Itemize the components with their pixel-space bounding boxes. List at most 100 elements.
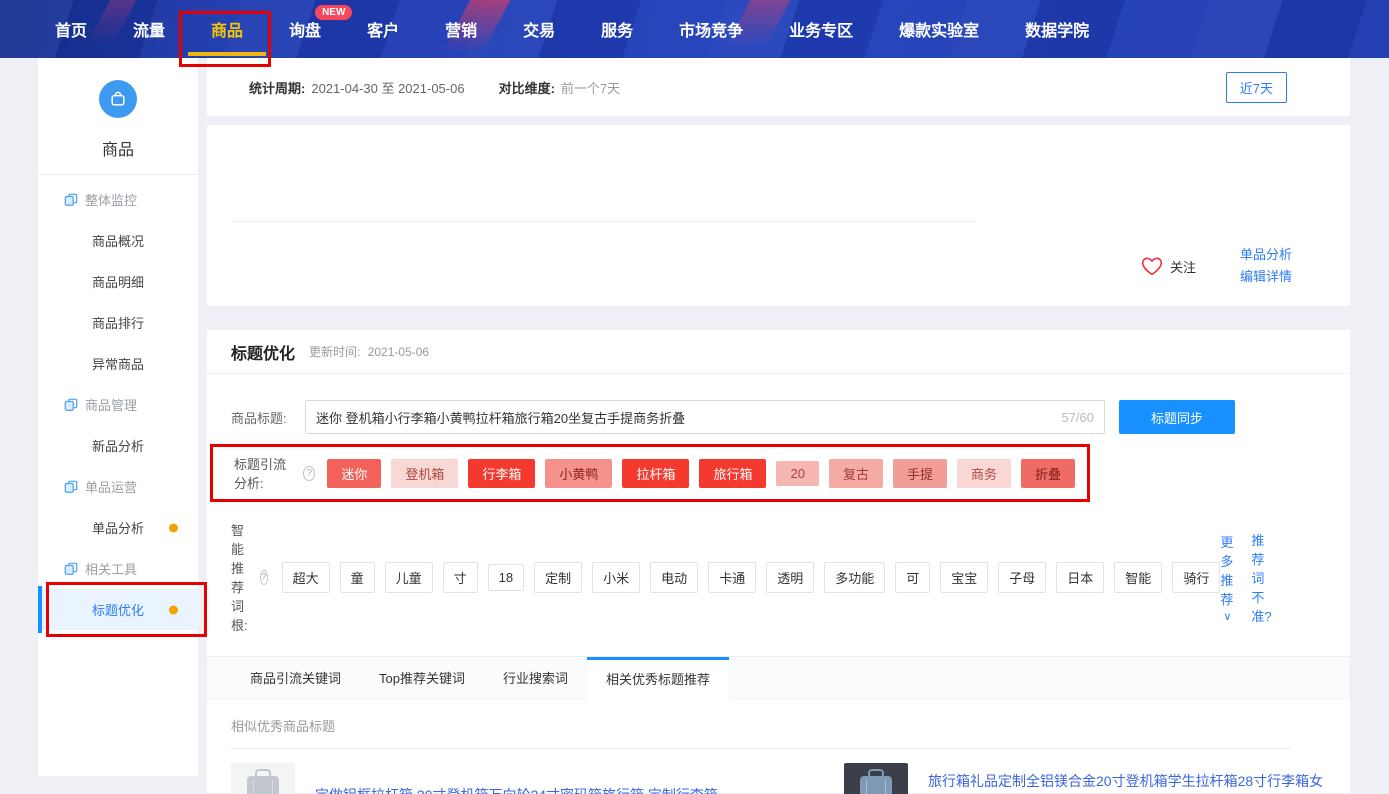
root-tag[interactable]: 卡通 bbox=[708, 562, 756, 593]
title-sync-button[interactable]: 标题同步 bbox=[1119, 400, 1235, 434]
sidebar-item[interactable]: 商品明细 bbox=[38, 261, 198, 302]
similar-titles-heading: 相似优秀商品标题 bbox=[231, 716, 1326, 735]
analysis-tag[interactable]: 旅行箱 bbox=[699, 459, 766, 488]
root-tag[interactable]: 日本 bbox=[1056, 562, 1104, 593]
sidebar-menu: 整体监控 商品概况 bbox=[38, 175, 198, 630]
sidebar-item[interactable]: 异常商品 bbox=[38, 343, 198, 384]
sidebar-item[interactable]: 整体监控 bbox=[38, 179, 198, 220]
top-nav: 首页 流量 商品 询盘 NEW 客户 bbox=[0, 0, 1389, 58]
annotation-box-analysis-row: 标题引流分析: ? 迷你 登机箱 行李箱 小黄鸭 拉杆箱 旅行箱 bbox=[210, 444, 1090, 502]
help-icon[interactable]: ? bbox=[303, 466, 315, 481]
analysis-label-text: 标题引流分析: bbox=[234, 454, 298, 492]
nav-item[interactable]: 服务 bbox=[601, 0, 633, 58]
roots-label-text: 智能推荐词根: bbox=[231, 520, 255, 634]
follow-button[interactable]: 关注 bbox=[1141, 256, 1196, 276]
product-title-input[interactable] bbox=[316, 410, 1053, 425]
nav-item-label: 询盘 bbox=[289, 17, 321, 41]
section-folder-icon bbox=[64, 398, 78, 412]
product-title-input-wrap: 57/60 bbox=[305, 400, 1105, 434]
sidebar-item[interactable]: 商品管理 bbox=[38, 384, 198, 425]
sidebar-item[interactable]: 新品分析 bbox=[38, 425, 198, 466]
date-range-button[interactable]: 近7天 bbox=[1226, 72, 1287, 103]
analysis-tag[interactable]: 迷你 bbox=[327, 459, 381, 488]
root-tag[interactable]: 电动 bbox=[650, 562, 698, 593]
analysis-tag[interactable]: 手提 bbox=[893, 459, 947, 488]
root-tag[interactable]: 宝宝 bbox=[940, 562, 988, 593]
root-tag[interactable]: 子母 bbox=[998, 562, 1046, 593]
analysis-tag[interactable]: 行李箱 bbox=[468, 459, 535, 488]
analysis-tag[interactable]: 拉杆箱 bbox=[622, 459, 689, 488]
sidebar-item[interactable]: 商品概况 bbox=[38, 220, 198, 261]
nav-item[interactable]: 市场竞争 bbox=[679, 0, 743, 58]
sidebar-item[interactable]: 相关工具 bbox=[38, 548, 198, 589]
root-tag[interactable]: 智能 bbox=[1114, 562, 1162, 593]
analysis-tag[interactable]: 折叠 bbox=[1021, 459, 1075, 488]
nav-item-label: 营销 bbox=[445, 17, 477, 41]
root-tag[interactable]: 定制 bbox=[534, 562, 582, 593]
nav-item[interactable]: 询盘 NEW bbox=[289, 0, 321, 58]
root-tag[interactable]: 可 bbox=[895, 562, 930, 593]
notification-dot bbox=[169, 523, 178, 532]
nav-item[interactable]: 爆款实验室 bbox=[899, 0, 979, 58]
root-tag[interactable]: 骑行 bbox=[1172, 562, 1220, 593]
nav-item[interactable]: 首页 bbox=[55, 0, 87, 58]
compare-dimension-label: 对比维度: bbox=[499, 78, 555, 97]
nav-item[interactable]: 流量 bbox=[133, 0, 165, 58]
edit-detail-link[interactable]: 编辑详情 bbox=[1240, 266, 1292, 288]
root-tag[interactable]: 透明 bbox=[766, 562, 814, 593]
root-tag[interactable]: 童 bbox=[340, 562, 375, 593]
root-tag[interactable]: 寸 bbox=[443, 562, 478, 593]
root-tag[interactable]: 小米 bbox=[592, 562, 640, 593]
tab-label: 相关优秀标题推荐 bbox=[606, 672, 710, 687]
root-tag[interactable]: 多功能 bbox=[824, 562, 885, 593]
nav-item[interactable]: 客户 bbox=[367, 0, 399, 58]
sidebar-item[interactable]: 商品排行 bbox=[38, 302, 198, 343]
single-item-analysis-link[interactable]: 单品分析 bbox=[1240, 244, 1292, 266]
product-title-link[interactable]: 定做铝框拉杆箱 20寸登机箱万向轮24寸密码箱旅行箱 定制行李箱 bbox=[315, 782, 718, 794]
root-tag[interactable]: 超大 bbox=[282, 562, 330, 593]
tab[interactable]: 商品引流关键词 bbox=[231, 657, 360, 699]
tab[interactable]: Top推荐关键词 bbox=[360, 657, 484, 699]
analysis-tag[interactable]: 登机箱 bbox=[391, 459, 458, 488]
root-tag[interactable]: 儿童 bbox=[385, 562, 433, 593]
nav-decor-streak bbox=[80, 0, 137, 58]
heart-icon bbox=[1141, 256, 1163, 276]
inaccurate-feedback-link[interactable]: 推荐词不准? bbox=[1251, 530, 1271, 625]
nav-item-label: 市场竞争 bbox=[679, 17, 743, 41]
nav-item-label: 商品 bbox=[211, 17, 243, 41]
section-folder-icon bbox=[64, 562, 78, 576]
analysis-tag[interactable]: 商务 bbox=[957, 459, 1011, 488]
nav-item[interactable]: 营销 bbox=[445, 0, 477, 58]
sidebar-item[interactable]: 单品分析 bbox=[38, 507, 198, 548]
sidebar-item-label: 单品分析 bbox=[92, 518, 144, 537]
chevron-down-icon: ∨ bbox=[1223, 611, 1231, 623]
nav-item-label: 爆款实验室 bbox=[899, 17, 979, 41]
nav-item[interactable]: 数据学院 bbox=[1025, 0, 1089, 58]
nav-item-label: 服务 bbox=[601, 17, 633, 41]
sidebar-item-label: 标题优化 bbox=[92, 600, 144, 619]
nav-item[interactable]: 商品 bbox=[211, 0, 243, 58]
product-summary-card: 关注 单品分析 编辑详情 bbox=[207, 125, 1350, 306]
tab[interactable]: 相关优秀标题推荐 bbox=[587, 657, 729, 700]
nav-item[interactable]: 业务专区 bbox=[789, 0, 853, 58]
tab[interactable]: 行业搜索词 bbox=[484, 657, 587, 699]
updated-time-label: 更新时间: bbox=[309, 345, 360, 359]
sidebar-item-label: 整体监控 bbox=[85, 190, 137, 209]
analysis-tag[interactable]: 小黄鸭 bbox=[545, 459, 612, 488]
product-thumbnail[interactable] bbox=[844, 763, 908, 794]
active-tab-underline bbox=[188, 52, 266, 56]
sidebar-item[interactable]: 单品运营 bbox=[38, 466, 198, 507]
nav-item-label: 客户 bbox=[367, 17, 399, 41]
analysis-tag[interactable]: 复古 bbox=[829, 459, 883, 488]
product-title-label: 商品标题: bbox=[231, 408, 305, 427]
analysis-tag[interactable]: 20 bbox=[776, 461, 818, 486]
nav-item[interactable]: 交易 bbox=[523, 0, 555, 58]
sidebar-header: 商品 bbox=[38, 58, 198, 175]
help-icon[interactable]: ? bbox=[260, 570, 268, 585]
product-title-link[interactable]: 旅行箱礼品定制全铝镁合金20寸登机箱学生拉杆箱28寸行李箱女24寸 bbox=[928, 768, 1326, 794]
product-item: 定做铝框拉杆箱 20寸登机箱万向轮24寸密码箱旅行箱 定制行李箱 bbox=[231, 759, 816, 794]
sidebar-item[interactable]: 标题优化 bbox=[38, 589, 198, 630]
root-tag[interactable]: 18 bbox=[488, 564, 524, 591]
more-recommend-link[interactable]: 更多推荐∨ bbox=[1220, 532, 1233, 623]
product-thumbnail[interactable] bbox=[231, 763, 295, 794]
